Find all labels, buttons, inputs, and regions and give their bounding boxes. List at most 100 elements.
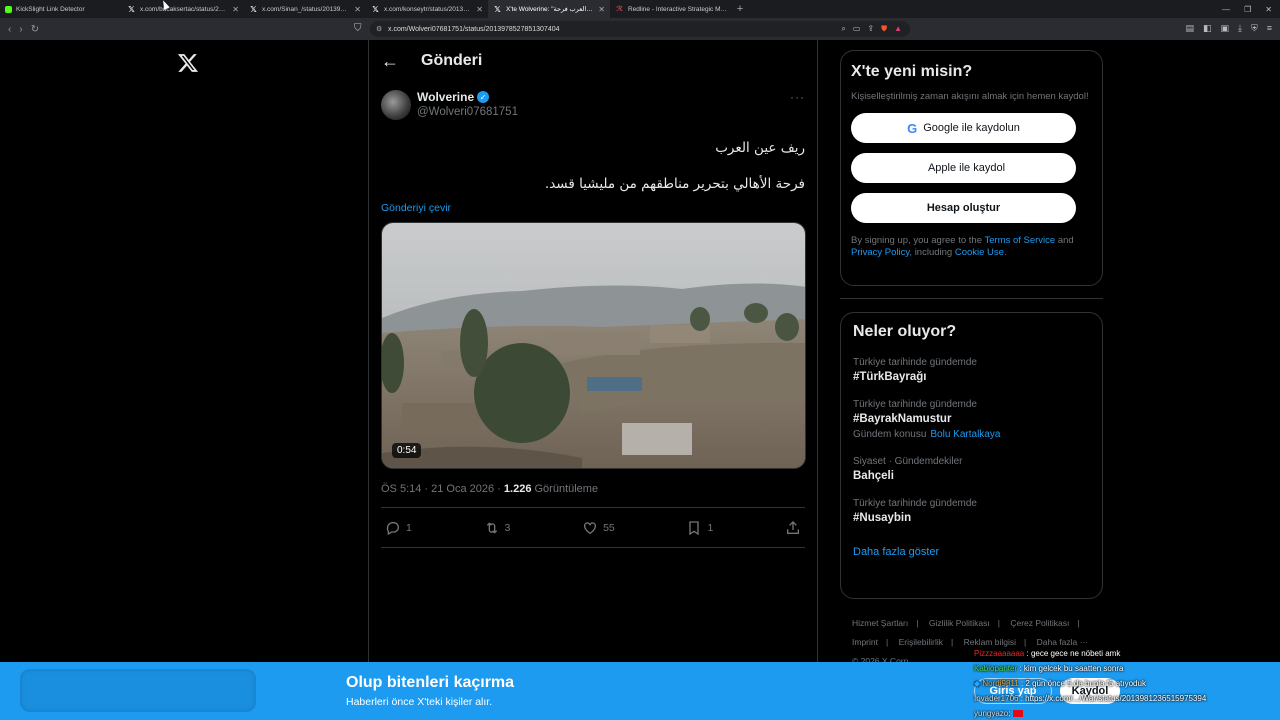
terms-text: and [1055,235,1074,246]
trend-item[interactable]: Türkiye tarihinde gündemde #Nusaybin [853,498,1090,524]
back-nav-icon[interactable]: ‹ [8,24,11,35]
forward-nav-icon[interactable]: › [19,24,22,35]
chat-username: Kablopanter [974,664,1018,673]
repost-count: 3 [504,521,511,534]
bookmark-icon[interactable]: ⛉ [354,23,362,34]
chat-text: : https://x.com/.../War/status/201398123… [1020,694,1207,703]
signup-terms: By signing up, you agree to the Terms of… [851,235,1092,259]
restore-icon[interactable]: ❐ [1244,5,1251,14]
cookie-use-link[interactable]: Cookie Use [955,247,1004,258]
close-tab-icon[interactable]: ✕ [232,5,239,14]
banner-title: Olup bitenleri kaçırma [346,674,515,691]
tab-title: KickSlight Link Detector [16,5,85,13]
address-bar[interactable]: ⚙ x.com/Wolveri07681751/status/201397852… [370,21,910,37]
x-icon: 𝕏 [494,4,501,14]
trend-context: Türkiye tarihinde gündemde [853,498,977,509]
browser-tab[interactable]: ℛ Redline - Interactive Strategic Map [610,0,732,18]
like-button[interactable]: 55 [582,520,615,536]
signup-card: X'te yeni misin? Kişiselleştirilmiş zama… [840,50,1103,286]
share-button[interactable] [785,520,801,536]
close-window-icon[interactable]: ✕ [1265,5,1272,14]
post-timestamp[interactable]: ÖS 5:14 · 21 Oca 2026 · [381,483,504,495]
footer-link[interactable]: Imprint [852,637,878,647]
minimize-icon[interactable]: — [1222,5,1230,14]
close-tab-icon[interactable]: ✕ [598,5,605,14]
reload-icon[interactable]: ↻ [31,24,39,35]
chat-text: : [1008,709,1011,718]
footer-link[interactable]: Erişilebilirlik [899,637,943,647]
privacy-policy-link[interactable]: Privacy Policy [851,247,909,258]
close-tab-icon[interactable]: ✕ [354,5,361,14]
x-logo-icon[interactable] [177,52,199,74]
vpn-icon[interactable]: ⛨ [1251,23,1258,34]
download-icon[interactable]: ⤓ [1238,23,1242,34]
chat-message: Kablopanter : kim gelcek bu saatten sonr… [974,661,1274,676]
trend-context: Siyaset · Gündemdekiler [853,456,963,467]
browser-toolbar: ‹ › ↻ ⛉ ⚙ x.com/Wolveri07681751/status/2… [0,18,1280,40]
trend-item[interactable]: Siyaset · Gündemdekiler Bahçeli [853,456,1090,482]
google-signup-button[interactable]: G Google ile kaydolun [851,113,1076,143]
browser-tab[interactable]: 𝕏 x.com/konseytr/status/20139451423... ✕ [366,0,488,18]
terms-text: . [1003,247,1007,258]
reply-button[interactable]: 1 [385,520,412,536]
avatar[interactable] [381,90,411,120]
trend-topic-link[interactable]: Bolu Kartalkaya [930,429,1000,440]
new-tab-button[interactable]: + [732,3,748,15]
show-more-link[interactable]: Daha fazla göster [853,546,1090,558]
reply-count: 1 [406,521,412,534]
x-icon: 𝕏 [372,4,379,14]
create-account-button[interactable]: Hesap oluştur [851,193,1076,223]
more-options-icon[interactable]: ··· [790,90,805,104]
video-thumbnail [382,223,805,468]
tab-title: Redline - Interactive Strategic Map [628,5,727,13]
share-icon[interactable]: ⇪ [867,24,874,34]
post-author[interactable]: Wolverine ✓ @Wolveri07681751 [381,90,805,134]
post-video[interactable]: 0:54 [381,222,806,469]
bookmark-button[interactable]: 1 [686,520,713,536]
trend-topic: Gündem konusu Bolu Kartalkaya [853,429,1090,440]
signup-title: X'te yeni misin? [851,63,973,80]
chat-username: yungyazo [974,709,1009,718]
views-label: Görüntüleme [531,483,599,495]
x-icon: 𝕏 [128,4,135,14]
site-settings-icon[interactable]: ⚙ [376,25,382,33]
brave-rewards-icon[interactable]: ▲ [894,24,902,34]
footer-link[interactable]: Çerez Politikası [1010,618,1069,628]
kick-icon [5,5,12,13]
apple-signup-button[interactable]: Apple ile kaydol [851,153,1076,183]
repost-button[interactable]: 3 [484,520,511,536]
chat-message: ◆ Nordi9811 : 2 gün önce 5 da bunla f5 a… [974,676,1274,691]
translate-post-link[interactable]: Gönderiyi çevir [381,202,805,214]
footer-link[interactable]: Gizlilik Politikası [929,618,990,628]
url-text: x.com/Wolveri07681751/status/20139785278… [388,25,560,33]
browser-tab-bar: KickSlight Link Detector 𝕏 x.com/bucakse… [0,0,1280,18]
wallet-icon[interactable]: ▣ [1220,23,1229,34]
trend-item[interactable]: Türkiye tarihinde gündemde #BayrakNamust… [853,399,1090,440]
post-actions: 1 3 55 1 [381,508,805,548]
terms-of-service-link[interactable]: Terms of Service [984,235,1055,246]
browser-tab[interactable]: 𝕏 x.com/Sinan_/status/201397986205... ✕ [244,0,366,18]
chat-message: Pizzzaaaaaaa : gece gece ne nöbeti amk [974,646,1274,661]
back-arrow-icon[interactable]: ← [381,51,421,72]
close-tab-icon[interactable]: ✕ [476,5,483,14]
browser-tab[interactable]: 𝕏 x.com/bucaksertac/status/2013... ✕ [122,0,244,18]
menu-icon[interactable]: ≡ [1267,23,1272,34]
like-count: 55 [603,521,615,534]
views-count: 1.226 [503,483,532,495]
zoom-icon[interactable]: ⌕ [841,24,845,34]
extensions-icon[interactable]: ▤ [1185,23,1194,34]
stream-chat-overlay: Pizzzaaaaaaa : gece gece ne nöbeti amk K… [974,646,1274,720]
footer-link[interactable]: Hizmet Şartları [852,618,908,628]
sidebar-icon[interactable]: ◧ [1203,23,1212,34]
brave-shield-icon[interactable]: ⛊ [881,24,887,34]
reply-icon [386,521,399,535]
cast-icon[interactable]: ▭ [853,24,861,34]
browser-tab-active[interactable]: 𝕏 X'te Wolverine: "ريف عين العرب فرحة...… [488,0,610,18]
window-controls: — ❐ ✕ [1222,0,1272,18]
trend-tag: #BayrakNamustur [853,413,952,425]
trend-item[interactable]: Türkiye tarihinde gündemde #TürkBayrağı [853,357,1090,383]
verified-badge-icon: ✓ [477,91,490,103]
browser-tab[interactable]: KickSlight Link Detector [0,0,122,18]
author-name[interactable]: Wolverine [417,90,474,104]
author-handle[interactable]: @Wolveri07681751 [417,106,518,118]
